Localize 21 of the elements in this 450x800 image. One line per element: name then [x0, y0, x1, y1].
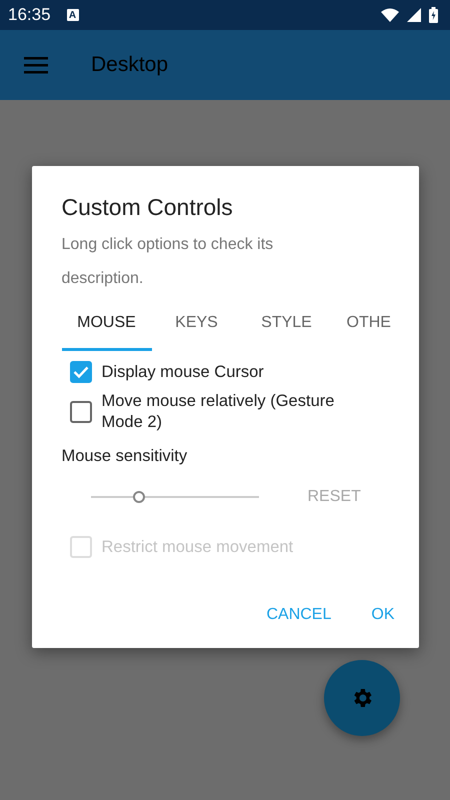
checkbox-label: Display mouse Cursor: [102, 362, 264, 382]
section-label: Mouse sensitivity: [62, 447, 188, 466]
menu-icon[interactable]: [24, 56, 48, 74]
checkbox[interactable]: [70, 361, 92, 383]
tab[interactable]: STYLE: [242, 300, 332, 351]
checkbox[interactable]: [70, 401, 92, 423]
dialog-button[interactable]: OK: [361, 598, 404, 632]
dialog-button[interactable]: CANCEL: [256, 598, 342, 632]
checkbox-label: Move mouse relatively (Gesture Mode 2): [102, 391, 336, 433]
battery-icon: [429, 7, 438, 23]
wifi-icon: [381, 8, 399, 22]
notification-icon: A: [66, 9, 79, 21]
app-title: Desktop: [91, 53, 168, 77]
tab[interactable]: KEYS: [152, 300, 242, 351]
dialog-description: Long click options to check its description.: [62, 235, 274, 289]
clock: 16:35: [8, 5, 51, 25]
dialog-title: Custom Controls: [62, 193, 234, 222]
signal-icon: [407, 8, 421, 22]
tab[interactable]: OTHE: [332, 300, 391, 351]
tab[interactable]: MOUSE: [62, 300, 152, 351]
checkbox-label: Restrict mouse movement: [102, 536, 294, 558]
